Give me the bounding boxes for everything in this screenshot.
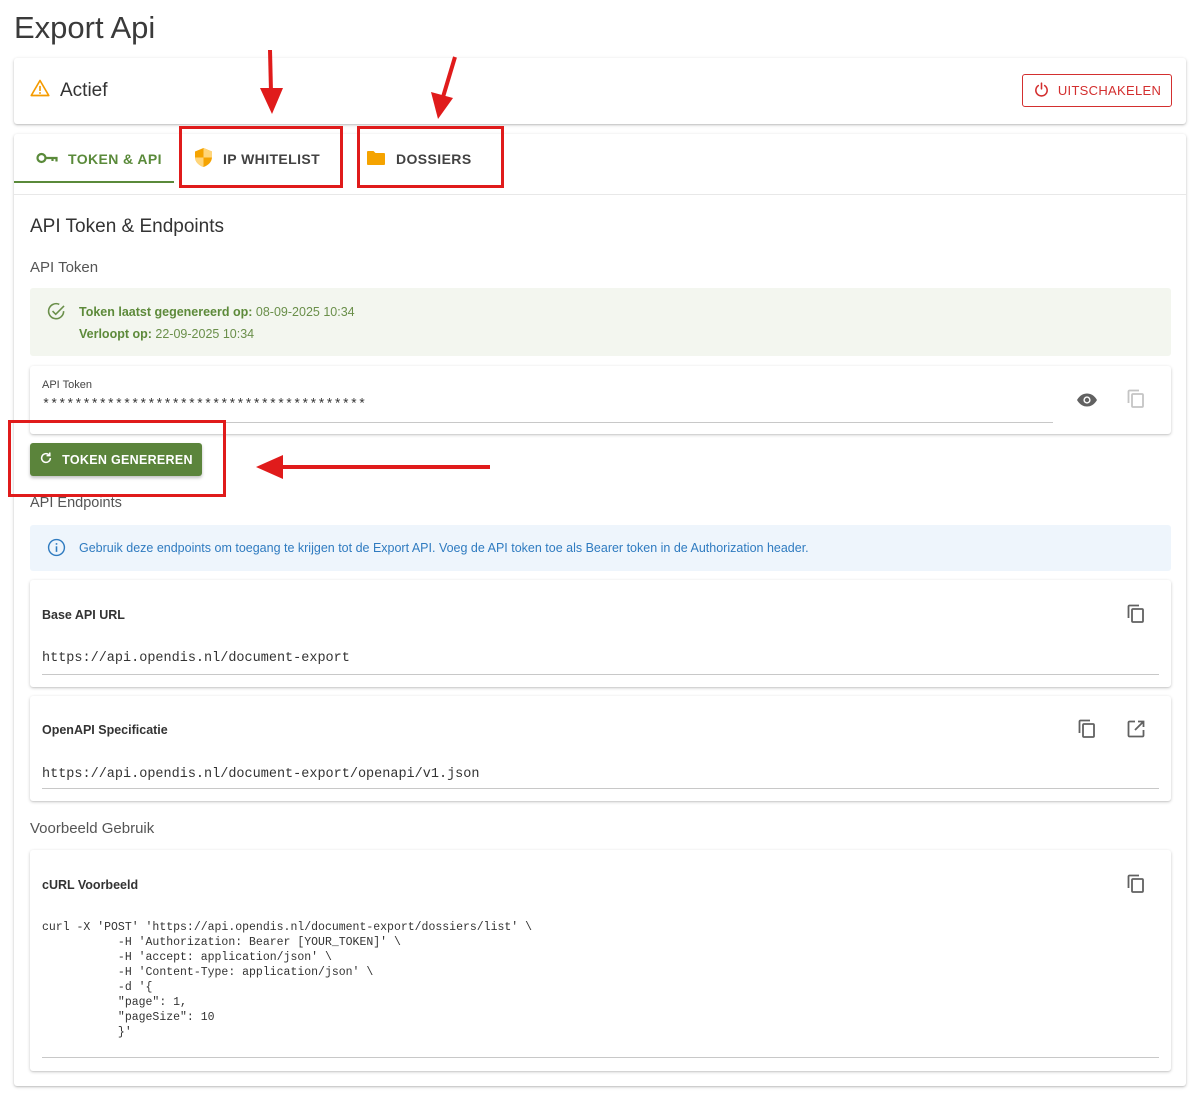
arrow-to-generate-token bbox=[256, 455, 490, 479]
annotation-arrows bbox=[256, 49, 490, 479]
arrow-to-ip-whitelist bbox=[260, 49, 283, 114]
arrow-to-dossiers bbox=[431, 56, 457, 119]
